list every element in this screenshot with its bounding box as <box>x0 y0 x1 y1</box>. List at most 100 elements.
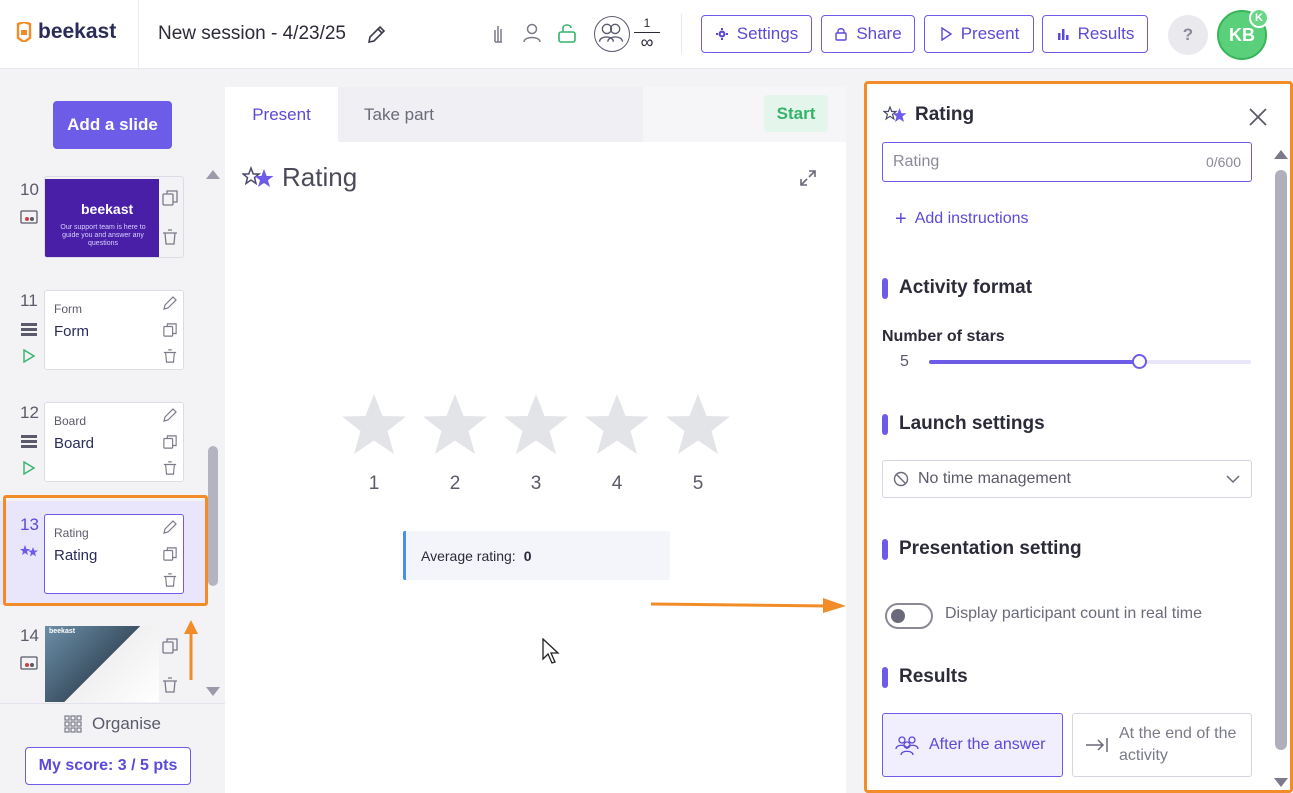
participant-count-label: Display participant count in real time <box>945 605 1203 622</box>
star-option[interactable]: 1 <box>341 392 407 495</box>
preview-title-text: Rating <box>282 162 358 192</box>
slider-handle[interactable] <box>1132 354 1147 369</box>
results-end-of-activity-option[interactable]: At the end of the activity <box>1072 713 1252 777</box>
slide-kind: Form <box>54 302 82 316</box>
results-button[interactable]: Results <box>1042 15 1148 53</box>
slides-sidebar: Add a slide 10 beekast Our support team … <box>0 70 225 793</box>
user-icon[interactable] <box>521 22 543 44</box>
grid-icon <box>64 714 82 733</box>
slide-card-10[interactable] <box>44 176 184 258</box>
close-icon[interactable] <box>1247 106 1269 128</box>
panel-scroll-down-icon[interactable] <box>1274 778 1288 787</box>
duplicate-icon[interactable] <box>163 435 177 449</box>
star-option[interactable]: 3 <box>503 392 569 495</box>
section-presentation-setting: Presentation setting <box>882 538 1082 560</box>
organise-label: Organise <box>92 713 161 733</box>
rating-stars: 1 2 3 4 5 <box>341 392 731 502</box>
sidebar-scrollbar[interactable] <box>208 446 218 586</box>
slide-name: Board <box>54 435 95 452</box>
duplicate-icon[interactable] <box>163 323 177 337</box>
section-launch-settings: Launch settings <box>882 413 1045 435</box>
rating-title-input[interactable]: Rating 0/600 <box>882 142 1252 182</box>
duplicate-icon[interactable] <box>162 638 178 654</box>
add-instructions-button[interactable]: + Add instructions <box>895 209 1029 229</box>
section-title: Activity format <box>899 277 1033 298</box>
annotation-highlight-box <box>3 495 208 606</box>
edit-title-pencil-icon[interactable] <box>366 25 386 45</box>
share-button[interactable]: Share <box>821 15 915 53</box>
beekast-logo[interactable]: beekast <box>16 20 116 44</box>
slide-card-11[interactable]: Form Form <box>44 290 184 370</box>
star-option[interactable]: 4 <box>584 392 650 495</box>
star-option[interactable]: 5 <box>665 392 731 495</box>
gear-icon <box>715 28 728 40</box>
slide-number: 12 <box>20 403 39 422</box>
edit-pencil-icon[interactable] <box>163 408 177 422</box>
trash-icon[interactable] <box>163 349 177 363</box>
star-label: 4 <box>611 473 623 494</box>
slide-actions <box>162 638 178 698</box>
star-icon <box>342 394 406 454</box>
expand-icon[interactable] <box>799 169 817 187</box>
chevron-down-icon <box>1226 475 1240 484</box>
bar-chart-icon <box>1057 29 1069 40</box>
present-button[interactable]: Present <box>924 15 1034 53</box>
slide-number: 14 <box>20 626 39 645</box>
average-rating-label: Average rating: <box>421 547 516 564</box>
settings-label: Settings <box>736 24 799 43</box>
slide-card-12[interactable]: Board Board <box>44 402 184 482</box>
section-title: Launch settings <box>899 413 1045 434</box>
star-icon <box>423 394 487 454</box>
play-slide-icon[interactable] <box>22 349 36 363</box>
panel-scrollbar[interactable] <box>1275 170 1287 750</box>
share-label: Share <box>856 24 902 43</box>
results-option-label: At the end of the activity <box>1119 725 1237 764</box>
section-marker <box>882 413 888 435</box>
beekast-logo-icon <box>16 22 32 42</box>
no-timer-icon <box>893 471 909 487</box>
trash-icon[interactable] <box>163 461 177 475</box>
mouse-cursor-icon <box>542 638 560 664</box>
slide-number: 10 <box>20 180 39 199</box>
avatar-badge: K <box>1249 8 1269 28</box>
settings-button[interactable]: Settings <box>701 15 812 53</box>
header-divider-2 <box>681 14 682 54</box>
slide-type-icon <box>20 656 38 670</box>
add-slide-button[interactable]: Add a slide <box>53 101 172 149</box>
star-icon <box>585 394 649 454</box>
sidebar-scroll-down-icon[interactable] <box>206 687 220 696</box>
section-marker <box>882 666 888 688</box>
star-label: 2 <box>449 473 461 494</box>
star-option[interactable]: 2 <box>422 392 488 495</box>
hand-raise-icon[interactable] <box>487 22 509 44</box>
play-slide-icon[interactable] <box>22 461 36 475</box>
organise-button[interactable]: Organise <box>0 703 225 743</box>
slide-thumbnail[interactable]: beekast <box>45 626 159 702</box>
logo-text: beekast <box>38 20 117 43</box>
results-after-answer-option[interactable]: After the answer <box>882 713 1063 777</box>
trash-icon[interactable] <box>162 677 178 693</box>
section-title: Presentation setting <box>899 538 1082 559</box>
number-of-stars-label: Number of stars <box>882 328 1005 345</box>
panel-scroll-up-icon[interactable] <box>1274 150 1288 159</box>
participants-max: ∞ <box>640 32 654 52</box>
edit-pencil-icon[interactable] <box>163 296 177 310</box>
start-button[interactable]: Start <box>764 95 828 132</box>
tab-take-part[interactable]: Take part <box>338 87 643 142</box>
sidebar-scroll-up-icon[interactable] <box>206 170 220 179</box>
time-management-select[interactable]: No time management <box>882 460 1252 498</box>
tab-present[interactable]: Present <box>225 87 338 142</box>
title-input-placeholder: Rating <box>893 153 940 170</box>
help-button[interactable]: ? <box>1168 15 1208 55</box>
arrow-to-end-icon <box>1086 738 1108 752</box>
unlocked-icon[interactable] <box>556 22 578 44</box>
my-score-button[interactable]: My score: 3 / 5 pts <box>25 747 191 785</box>
participant-count-toggle[interactable] <box>885 603 933 629</box>
rating-stars-icon <box>242 165 274 187</box>
header-divider <box>138 0 139 69</box>
results-option-label: After the answer <box>929 736 1046 753</box>
star-icon <box>666 394 730 454</box>
thumbnail-logo: beekast <box>49 628 76 635</box>
participants-icon[interactable] <box>594 16 630 52</box>
participants-count: 1 ∞ <box>634 16 660 52</box>
